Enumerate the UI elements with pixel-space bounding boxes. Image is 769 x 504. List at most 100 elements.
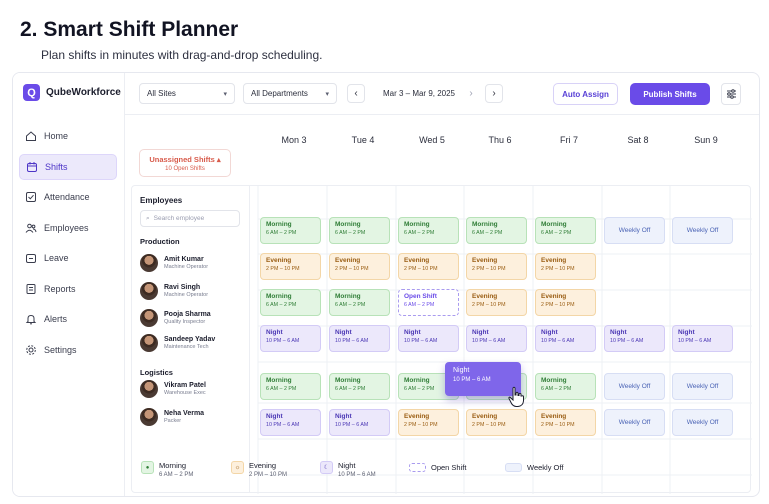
shift-cell-off[interactable]: Weekly Off	[672, 373, 733, 400]
shift-time: 2 PM – 10 PM	[541, 422, 575, 428]
shift-cell-off[interactable]: Weekly Off	[672, 217, 733, 244]
sidebar-nav: Home Shifts Attendance Employees Leave Report…	[19, 123, 117, 367]
legend-item-morning: ● Morning 6 AM – 2 PM	[141, 461, 193, 478]
shift-cell-night[interactable]: Night 10 PM – 6 AM	[604, 325, 665, 352]
shift-label: Morning	[335, 293, 361, 300]
auto-assign-button[interactable]: Auto Assign	[553, 83, 618, 105]
chevron-right-icon: ›	[492, 88, 496, 99]
unassigned-shifts-card[interactable]: Unassigned Shifts ▴ 10 Open Shifts	[139, 149, 231, 177]
shift-label: Open Shift	[404, 293, 437, 300]
shift-cell-night[interactable]: Night 10 PM – 6 AM	[329, 325, 390, 352]
shift-cell-night[interactable]: Night 10 PM – 6 AM	[260, 325, 321, 352]
shift-time: 10 PM – 6 AM	[335, 422, 369, 428]
leave-icon	[25, 252, 37, 264]
department-select[interactable]: All Departments ▾	[243, 83, 337, 104]
legend-swatch-icon	[409, 463, 426, 472]
shift-cell-evening[interactable]: Evening 2 PM – 10 PM	[260, 253, 321, 280]
shift-label: Evening	[472, 257, 498, 264]
shift-cell-evening[interactable]: Evening 2 PM – 10 PM	[535, 409, 596, 436]
shift-label: Evening	[472, 293, 498, 300]
shift-cell-morning[interactable]: Morning 6 AM – 2 PM	[260, 217, 321, 244]
unassigned-count: 10 Open Shifts	[165, 166, 205, 172]
legend-label: Open Shift	[431, 463, 467, 472]
chevron-left-icon: ‹	[354, 88, 358, 99]
sidebar-item-label: Alerts	[44, 314, 68, 324]
shift-time: 2 PM – 10 PM	[404, 266, 438, 272]
shift-cell-morning[interactable]: Morning 6 AM – 2 PM	[398, 217, 459, 244]
shift-cell-off[interactable]: Weekly Off	[604, 409, 665, 436]
shift-time: 2 PM – 10 PM	[541, 266, 575, 272]
shift-time: 2 PM – 10 PM	[472, 266, 506, 272]
shift-label: Night	[541, 329, 558, 336]
shift-label: Weekly Off	[618, 227, 651, 234]
legend-item-evening: ☼ Evening 2 PM – 10 PM	[231, 461, 287, 478]
shift-label: Night	[335, 413, 352, 420]
shift-cell-evening[interactable]: Evening 2 PM – 10 PM	[535, 289, 596, 316]
site-select[interactable]: All Sites ▾	[139, 83, 235, 104]
shift-cell-night[interactable]: Night 10 PM – 6 AM	[535, 325, 596, 352]
shift-cell-morning[interactable]: Morning 6 AM – 2 PM	[260, 373, 321, 400]
legend-time: 6 AM – 2 PM	[159, 472, 194, 478]
shift-label: Morning	[335, 221, 361, 228]
shift-cell-evening[interactable]: Evening 2 PM – 10 PM	[535, 253, 596, 280]
publish-shifts-button[interactable]: Publish Shifts	[630, 83, 710, 105]
sidebar-item-employees[interactable]: Employees	[19, 215, 117, 241]
shift-label: Morning	[335, 377, 361, 384]
next-disabled-button[interactable]: ›	[462, 84, 480, 103]
shift-label: Evening	[335, 257, 361, 264]
shift-cell-evening[interactable]: Evening 2 PM – 10 PM	[466, 289, 527, 316]
shift-cell-night[interactable]: Night 10 PM – 6 AM	[466, 325, 527, 352]
shift-cell-evening[interactable]: Evening 2 PM – 10 PM	[466, 409, 527, 436]
shift-cell-off[interactable]: Weekly Off	[672, 409, 733, 436]
legend-swatch-icon: ●	[141, 461, 154, 474]
shift-time: 6 AM – 2 PM	[335, 386, 366, 392]
shift-time: 6 AM – 2 PM	[335, 230, 366, 236]
sliders-icon	[726, 89, 736, 99]
sidebar-item-label: Leave	[44, 253, 69, 263]
shift-cell-off[interactable]: Weekly Off	[604, 217, 665, 244]
sidebar-item-settings[interactable]: Settings	[19, 337, 117, 363]
filter-settings-button[interactable]	[721, 83, 741, 105]
sidebar-item-shifts[interactable]: Shifts	[19, 153, 117, 180]
hand-cursor-icon	[508, 386, 524, 407]
shift-cell-evening[interactable]: Evening 2 PM – 10 PM	[398, 409, 459, 436]
shift-cell-morning[interactable]: Morning 6 AM – 2 PM	[535, 373, 596, 400]
shift-label: Evening	[541, 293, 567, 300]
brand-logo[interactable]: Q QubeWorkforce	[23, 84, 121, 101]
shift-label: Evening	[541, 257, 567, 264]
shift-cell-morning[interactable]: Morning 6 AM – 2 PM	[466, 217, 527, 244]
shift-label: Morning	[266, 377, 292, 384]
shift-label: Morning	[472, 221, 498, 228]
shift-cell-night[interactable]: Night 10 PM – 6 AM	[398, 325, 459, 352]
sidebar-item-alerts[interactable]: Alerts	[19, 306, 117, 332]
shift-cell-night[interactable]: Night 10 PM – 6 AM	[260, 409, 321, 436]
shift-cell-morning[interactable]: Morning 6 AM – 2 PM	[535, 217, 596, 244]
legend-swatch-icon: ☼	[231, 461, 244, 474]
sidebar-item-leave[interactable]: Leave	[19, 245, 117, 271]
sidebar-item-home[interactable]: Home	[19, 123, 117, 149]
next-week-button[interactable]: ›	[485, 84, 503, 103]
shift-cell-night[interactable]: Night 10 PM – 6 AM	[329, 409, 390, 436]
sidebar: Q QubeWorkforce Home Shifts Attendance Empl…	[13, 73, 125, 496]
shift-cell-morning[interactable]: Morning 6 AM – 2 PM	[329, 373, 390, 400]
shift-time: 6 AM – 2 PM	[266, 386, 297, 392]
shift-cell-morning[interactable]: Morning 6 AM – 2 PM	[260, 289, 321, 316]
shift-time: 10 PM – 6 AM	[266, 338, 300, 344]
shift-cell-morning[interactable]: Morning 6 AM – 2 PM	[329, 289, 390, 316]
sidebar-item-attendance[interactable]: Attendance	[19, 184, 117, 210]
shift-cell-night[interactable]: Night 10 PM – 6 AM	[672, 325, 733, 352]
shift-time: 2 PM – 10 PM	[472, 302, 506, 308]
shift-time: 6 AM – 2 PM	[404, 302, 435, 308]
shift-time: 6 AM – 2 PM	[266, 230, 297, 236]
shift-cell-evening[interactable]: Evening 2 PM – 10 PM	[329, 253, 390, 280]
shift-cell-evening[interactable]: Evening 2 PM – 10 PM	[398, 253, 459, 280]
shift-cell-morning[interactable]: Morning 6 AM – 2 PM	[329, 217, 390, 244]
users-icon	[25, 222, 37, 234]
shift-cell-open[interactable]: Open Shift 6 AM – 2 PM	[398, 289, 459, 316]
shift-cell-off[interactable]: Weekly Off	[604, 373, 665, 400]
prev-week-button[interactable]: ‹	[347, 84, 365, 103]
chevron-right-icon: ›	[469, 88, 473, 99]
shift-cell-evening[interactable]: Evening 2 PM – 10 PM	[466, 253, 527, 280]
sidebar-item-reports[interactable]: Reports	[19, 276, 117, 302]
flame-icon: ▴	[216, 155, 221, 164]
